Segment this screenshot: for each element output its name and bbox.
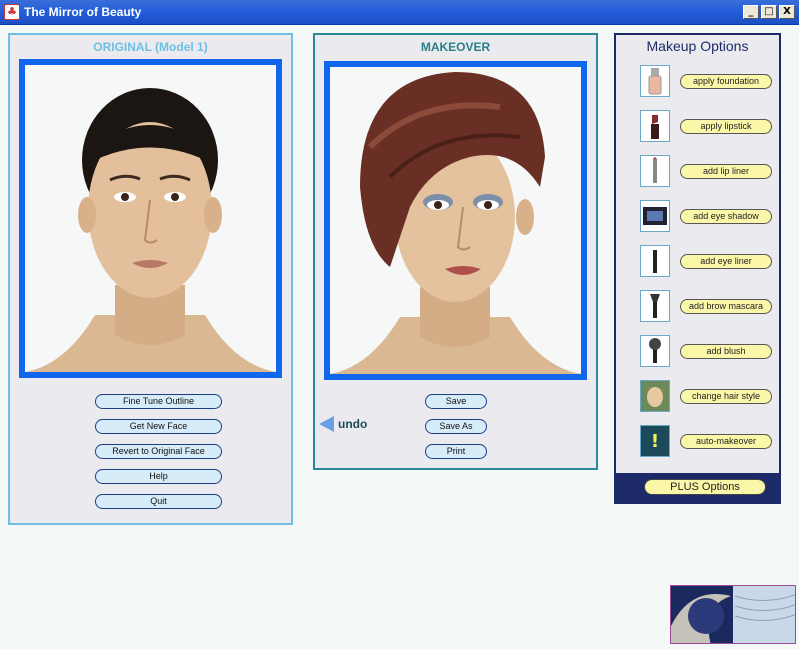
original-photo (19, 59, 282, 378)
quit-button[interactable]: Quit (95, 494, 222, 509)
auto-makeover-button[interactable]: auto-makeover (680, 434, 772, 449)
apply-foundation-button[interactable]: apply foundation (680, 74, 772, 89)
undo-control[interactable]: undo (319, 416, 367, 432)
minimize-button[interactable]: _ (743, 5, 759, 19)
option-row-hair-style: change hair style (616, 380, 779, 414)
print-button[interactable]: Print (425, 444, 487, 459)
original-title: ORIGINAL (Model 1) (93, 40, 208, 54)
title-bar: ♣ The Mirror of Beauty _ □ X (0, 0, 799, 25)
option-row-eye-liner: add eye liner (616, 245, 779, 279)
original-panel: ORIGINAL (Model 1) Fine Tune Outline Get… (8, 33, 293, 525)
close-button[interactable]: X (779, 5, 795, 19)
get-new-face-button[interactable]: Get New Face (95, 419, 222, 434)
blush-brush-icon[interactable] (640, 335, 670, 367)
option-row-lip-liner: add lip liner (616, 155, 779, 189)
add-eye-shadow-button[interactable]: add eye shadow (680, 209, 772, 224)
option-row-foundation: apply foundation (616, 65, 779, 99)
plus-options-button[interactable]: PLUS Options (644, 479, 766, 495)
add-brow-mascara-button[interactable]: add brow mascara (680, 299, 772, 314)
window-title: The Mirror of Beauty (24, 5, 142, 19)
option-row-auto-makeover: ! auto-makeover (616, 425, 779, 459)
universal-hedonics-logo (670, 585, 796, 644)
option-row-brow-mascara: add brow mascara (616, 290, 779, 324)
add-eye-liner-button[interactable]: add eye liner (680, 254, 772, 269)
change-hair-style-button[interactable]: change hair style (680, 389, 772, 404)
hair-style-portrait-icon[interactable] (640, 380, 670, 412)
save-button[interactable]: Save (425, 394, 487, 409)
makeup-options-title: Makeup Options (646, 38, 749, 54)
revert-original-face-button[interactable]: Revert to Original Face (95, 444, 222, 459)
eye-liner-pencil-icon[interactable] (640, 245, 670, 277)
brow-brush-icon[interactable] (640, 290, 670, 322)
plus-options-bar: PLUS Options (614, 475, 781, 504)
makeover-photo (324, 61, 587, 380)
makeover-panel: MAKEOVER Save Save As Print (313, 33, 598, 470)
foundation-bottle-icon[interactable] (640, 65, 670, 97)
undo-arrow-icon[interactable] (319, 416, 334, 432)
lip-liner-icon[interactable] (640, 155, 670, 187)
help-button[interactable]: Help (95, 469, 222, 484)
exclamation-icon[interactable]: ! (640, 425, 670, 457)
makeup-options-panel: Makeup Options apply foundation apply li… (614, 33, 781, 475)
maximize-button[interactable]: □ (761, 5, 777, 19)
save-as-button[interactable]: Save As (425, 419, 487, 434)
makeover-title: MAKEOVER (420, 40, 491, 54)
lipstick-icon[interactable] (640, 110, 670, 142)
eye-shadow-compact-icon[interactable] (640, 200, 670, 232)
add-blush-button[interactable]: add blush (680, 344, 772, 359)
undo-label[interactable]: undo (338, 417, 367, 431)
add-lip-liner-button[interactable]: add lip liner (680, 164, 772, 179)
apply-lipstick-button[interactable]: apply lipstick (680, 119, 772, 134)
option-row-eye-shadow: add eye shadow (616, 200, 779, 234)
option-row-blush: add blush (616, 335, 779, 369)
app-icon[interactable]: ♣ (4, 4, 20, 20)
option-row-lipstick: apply lipstick (616, 110, 779, 144)
fine-tune-outline-button[interactable]: Fine Tune Outline (95, 394, 222, 409)
